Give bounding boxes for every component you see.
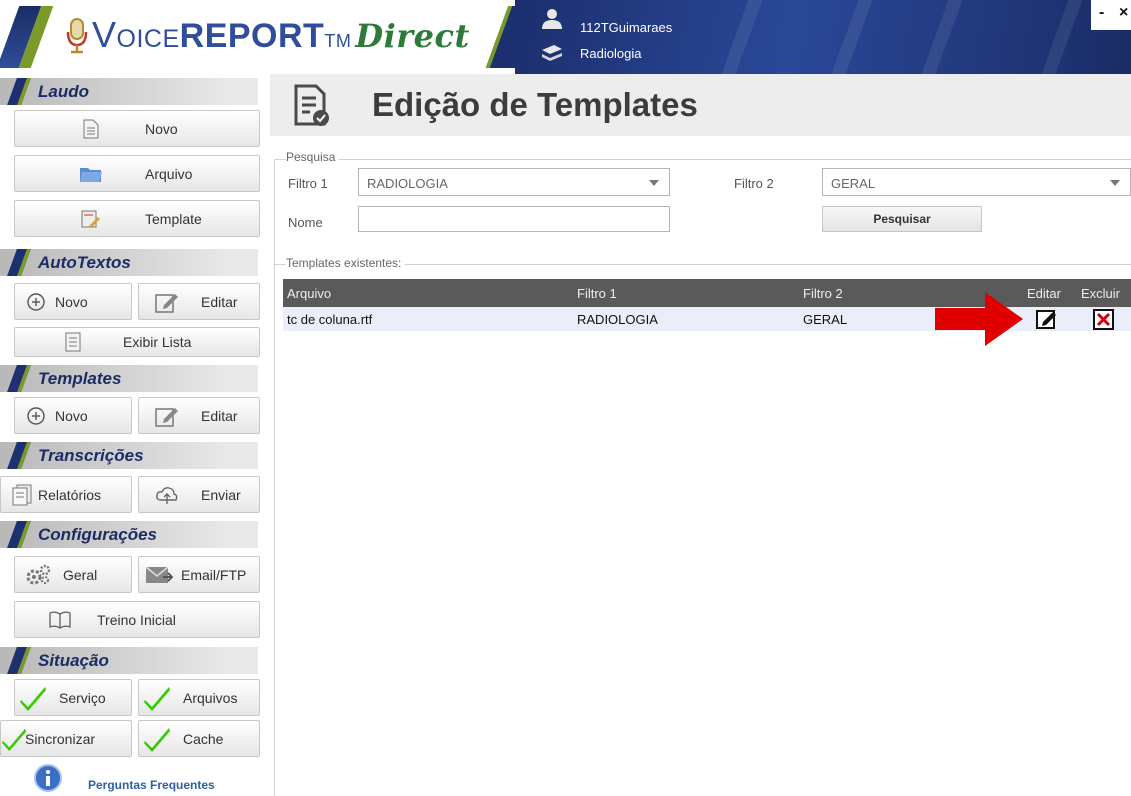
nome-input[interactable]	[358, 206, 670, 232]
check-icon	[1, 728, 27, 751]
column-arquivo: Arquivo	[287, 286, 332, 301]
template-edit-icon	[81, 210, 100, 228]
section-autotextos: AutoTextos	[0, 249, 258, 276]
section-situacao: Situação	[0, 647, 258, 674]
red-arrow-annotation	[935, 292, 1023, 346]
main-content: Edição de Templates Pesquisa Filtro 1 RA…	[270, 74, 1131, 796]
books-icon	[542, 45, 562, 61]
filtro1-label: Filtro 1	[288, 176, 328, 191]
nome-label: Nome	[288, 215, 323, 230]
column-filtro2: Filtro 2	[803, 286, 843, 301]
templates-legend: Templates existentes:	[286, 256, 406, 270]
check-icon	[144, 686, 170, 711]
new-document-icon	[83, 119, 99, 138]
laudo-arquivo-button[interactable]: Arquivo	[14, 155, 260, 192]
logged-user: 112TGuimaraes	[580, 20, 673, 35]
transcricoes-enviar-button[interactable]: Enviar	[138, 476, 260, 513]
sidebar: Laudo Novo Arquivo Template AutoTextos N…	[0, 74, 262, 796]
chevron-down-icon	[649, 180, 659, 186]
chevron-down-icon	[1110, 180, 1120, 186]
pesquisar-button[interactable]: Pesquisar	[822, 206, 982, 232]
laudo-template-button[interactable]: Template	[14, 200, 260, 237]
page-title: Edição de Templates	[372, 86, 698, 123]
faq-link[interactable]: Perguntas Frequentes	[88, 778, 215, 792]
filtro2-select[interactable]: GERAL	[822, 168, 1131, 196]
folder-icon	[80, 167, 102, 182]
department-name: Radiologia	[580, 46, 642, 61]
autotextos-exibir-lista-button[interactable]: Exibir Lista	[14, 327, 260, 357]
header-banner	[515, 0, 1131, 74]
page-title-bar: Edição de Templates	[270, 74, 1131, 136]
check-icon	[20, 686, 46, 711]
column-filtro1: Filtro 1	[577, 286, 617, 301]
plus-circle-icon	[27, 406, 45, 425]
edit-square-icon	[155, 293, 178, 313]
section-configuracoes: Configurações	[0, 521, 258, 548]
mail-send-icon	[145, 565, 173, 583]
microphone-icon	[66, 18, 88, 54]
app-logo-text: VoiceREPORTTM Direct	[92, 14, 470, 55]
close-button[interactable]: ×	[1119, 4, 1128, 22]
check-icon	[144, 727, 170, 752]
info-icon[interactable]	[34, 764, 62, 792]
plus-circle-icon	[27, 292, 45, 311]
situacao-arquivos-status[interactable]: Arquivos	[138, 679, 260, 716]
row-filtro1: RADIOLOGIA	[577, 312, 658, 327]
autotextos-editar-button[interactable]: Editar	[138, 283, 260, 320]
configuracoes-geral-button[interactable]: Geral	[14, 556, 132, 593]
templates-editar-button[interactable]: Editar	[138, 397, 260, 434]
delete-template-icon[interactable]	[1093, 309, 1114, 330]
column-editar: Editar	[1027, 286, 1061, 301]
list-icon	[65, 332, 81, 352]
filtro2-label: Filtro 2	[734, 176, 774, 191]
configuracoes-treino-inicial-button[interactable]: Treino Inicial	[14, 601, 260, 638]
edit-template-icon[interactable]	[1036, 309, 1058, 329]
document-check-icon	[294, 84, 329, 126]
filtro1-select[interactable]: RADIOLOGIA	[358, 168, 670, 196]
open-book-icon	[49, 611, 71, 629]
situacao-servico-status[interactable]: Serviço	[14, 679, 132, 716]
column-excluir: Excluir	[1081, 286, 1121, 301]
reports-icon	[12, 484, 32, 505]
section-laudo: Laudo	[0, 78, 258, 105]
window-controls: - ×	[1091, 0, 1131, 30]
row-filtro2: GERAL	[803, 312, 848, 327]
section-templates: Templates	[0, 365, 258, 392]
gears-icon	[26, 564, 51, 584]
minimize-button[interactable]: -	[1099, 4, 1104, 22]
user-icon	[542, 9, 562, 29]
situacao-sincronizar-status[interactable]: Sincronizar	[0, 720, 132, 757]
autotextos-novo-button[interactable]: Novo	[14, 283, 132, 320]
transcricoes-relatorios-button[interactable]: Relatórios	[0, 476, 132, 513]
templates-novo-button[interactable]: Novo	[14, 397, 132, 434]
laudo-novo-button[interactable]: Novo	[14, 110, 260, 147]
edit-square-icon	[155, 407, 178, 427]
cloud-upload-icon	[156, 486, 178, 504]
app-header: VoiceREPORTTM Direct 112TGuimaraes Radiol…	[0, 0, 1131, 74]
search-legend: Pesquisa	[286, 150, 340, 164]
row-arquivo: tc de coluna.rtf	[287, 312, 373, 327]
situacao-cache-status[interactable]: Cache	[138, 720, 260, 757]
section-transcricoes: Transcrições	[0, 442, 258, 469]
configuracoes-email-ftp-button[interactable]: Email/FTP	[138, 556, 260, 593]
